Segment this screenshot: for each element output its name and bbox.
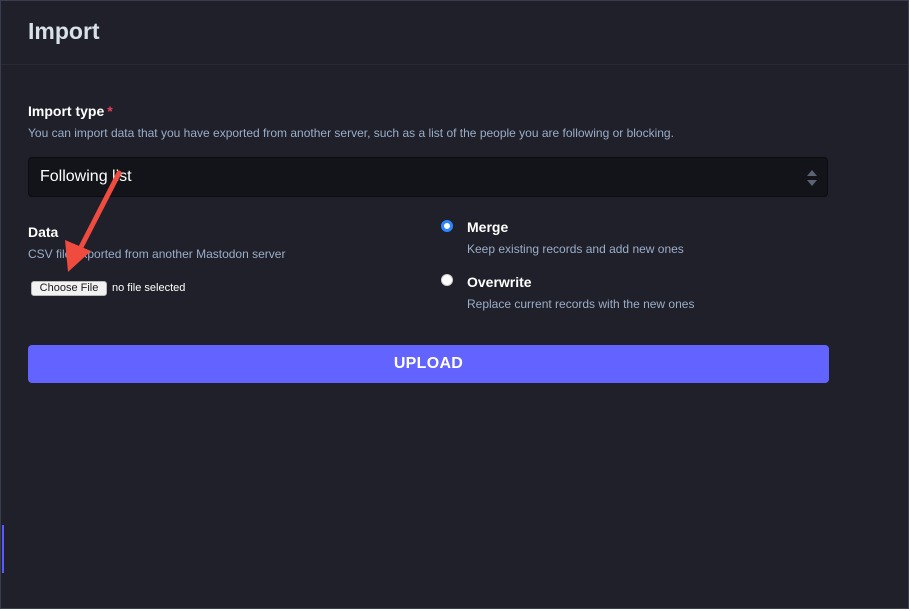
file-status-text: no file selected (112, 282, 186, 294)
overwrite-label: Overwrite (467, 274, 532, 290)
merge-label: Merge (467, 219, 509, 235)
overwrite-radio[interactable] (441, 274, 453, 286)
page-title: Import (28, 18, 100, 44)
import-type-label-text: Import type (28, 103, 105, 119)
title-divider (1, 64, 908, 65)
required-marker: * (107, 103, 113, 119)
merge-radio[interactable] (441, 220, 453, 232)
data-hint: CSV file exported from another Mastodon … (28, 247, 286, 261)
choose-file-button[interactable]: Choose File (31, 281, 107, 296)
import-page: Import Import type * You can import data … (0, 0, 909, 609)
import-type-label: Import type * (28, 103, 113, 119)
merge-hint: Keep existing records and add new ones (467, 242, 684, 256)
upload-button[interactable]: UPLOAD (28, 345, 829, 383)
overwrite-hint: Replace current records with the new one… (467, 297, 695, 311)
data-label: Data (28, 224, 59, 240)
import-type-select[interactable]: Following list (28, 157, 828, 197)
import-type-selected-value: Following list (40, 168, 132, 185)
select-updown-icon (806, 169, 818, 187)
import-type-hint: You can import data that you have export… (28, 126, 674, 140)
annotation-arrow-icon (65, 170, 122, 272)
sidebar-edge-indicator (2, 525, 4, 573)
